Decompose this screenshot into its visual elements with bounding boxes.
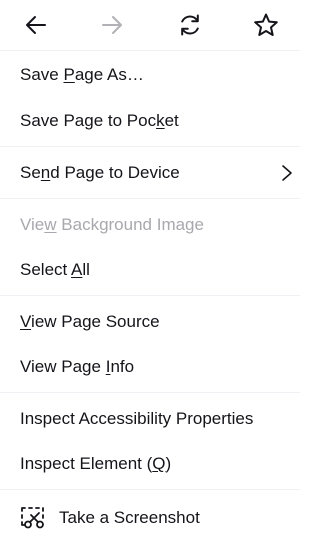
menu-item-label: Save Page to Pocket: [20, 111, 179, 130]
menu-item-label: Select All: [20, 260, 90, 279]
context-menu: Save Page As… Save Page to Pocket Send P…: [0, 0, 300, 540]
separator: [0, 295, 300, 296]
back-button[interactable]: [17, 6, 55, 44]
menu-item-select-all[interactable]: Select All: [0, 252, 300, 288]
menu-item-take-screenshot[interactable]: Take a Screenshot: [0, 500, 300, 536]
menu-item-save-page-as[interactable]: Save Page As…: [0, 57, 300, 93]
menu-item-label: Send Page to Device: [20, 163, 180, 182]
menu-item-label: Save Page As…: [20, 65, 144, 84]
menu-item-label: View Background Image: [20, 215, 204, 234]
reload-icon: [177, 12, 203, 38]
menu-item-label: View Page Info: [20, 357, 135, 376]
menu-item-view-page-info[interactable]: View Page Info: [0, 349, 300, 385]
separator: [0, 50, 300, 51]
menu-item-label: Take a Screenshot: [59, 508, 200, 527]
menu-item-save-to-pocket[interactable]: Save Page to Pocket: [0, 103, 300, 139]
forward-arrow-icon: [100, 13, 124, 37]
menu-item-label: Inspect Accessibility Properties: [20, 409, 254, 428]
menu-item-view-background-image: View Background Image: [0, 207, 300, 243]
separator: [0, 146, 300, 147]
star-icon: [253, 12, 279, 38]
menu-item-inspect-element[interactable]: Inspect Element (Q): [0, 446, 300, 482]
chevron-right-icon: [280, 163, 294, 183]
separator: [0, 198, 300, 199]
menu-item-label: Inspect Element (Q): [20, 454, 172, 473]
separator: [0, 489, 300, 490]
reload-button[interactable]: [171, 6, 209, 44]
screenshot-icon: [20, 506, 46, 530]
menu-item-inspect-accessibility[interactable]: Inspect Accessibility Properties: [0, 401, 300, 437]
menu-item-send-page-to-device[interactable]: Send Page to Device: [0, 155, 300, 191]
back-arrow-icon: [24, 13, 48, 37]
forward-button[interactable]: [93, 6, 131, 44]
bookmark-button[interactable]: [247, 6, 285, 44]
menu-item-label: View Page Source: [20, 312, 160, 331]
menu-item-view-page-source[interactable]: View Page Source: [0, 304, 300, 340]
navigation-row: [0, 0, 300, 50]
separator: [0, 392, 300, 393]
